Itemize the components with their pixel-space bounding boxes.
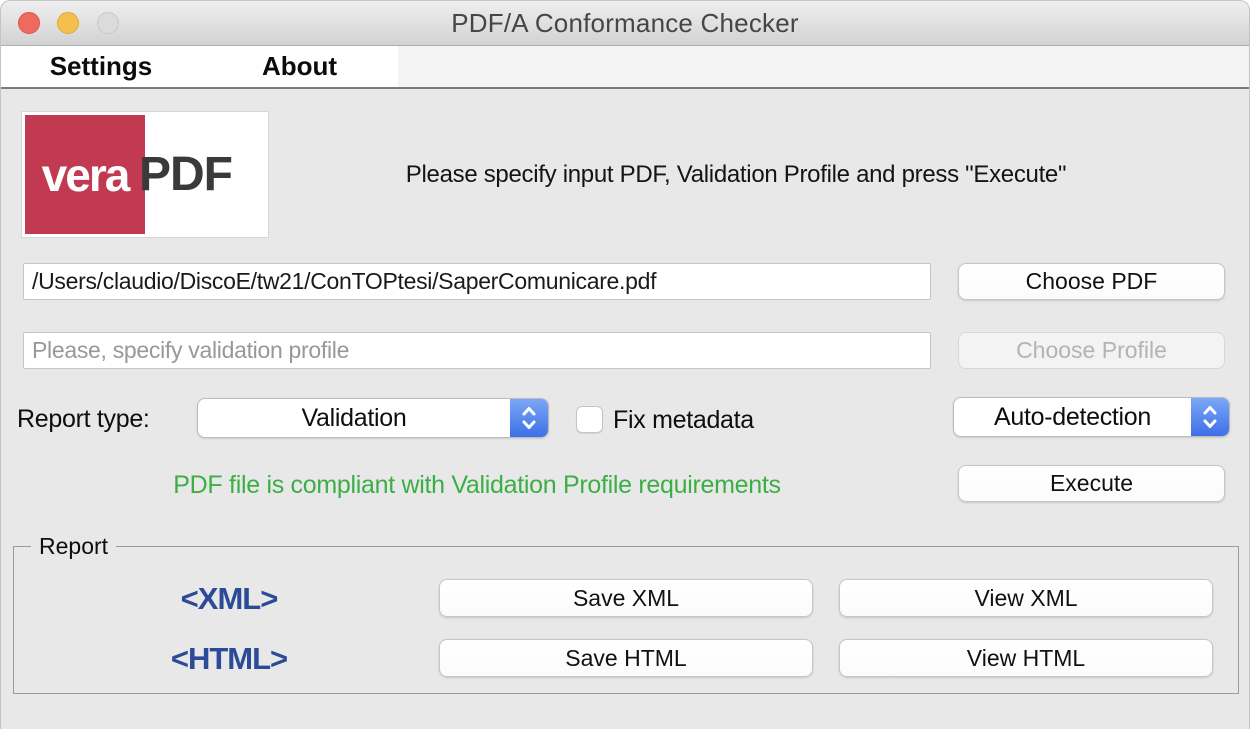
menu-settings[interactable]: Settings (1, 46, 201, 87)
logo-white-panel: PDF (145, 115, 265, 234)
choose-profile-button[interactable]: Choose Profile (958, 332, 1225, 369)
report-type-select[interactable]: Validation (197, 398, 549, 438)
validation-profile-input[interactable] (23, 332, 931, 369)
logo-red-panel: vera (25, 115, 145, 234)
flavour-selected-value: Auto-detection (954, 398, 1191, 436)
chevron-up-down-icon (1191, 398, 1229, 436)
choose-pdf-button[interactable]: Choose PDF (958, 263, 1225, 300)
logo-pdf-text: PDF (139, 147, 232, 202)
xml-report-label: <XML> (139, 581, 319, 617)
window-title: PDF/A Conformance Checker (1, 1, 1249, 46)
instruction-text: Please specify input PDF, Validation Pro… (291, 161, 1181, 193)
execute-button[interactable]: Execute (958, 465, 1225, 502)
save-html-button[interactable]: Save HTML (439, 639, 813, 677)
verapdf-logo: vera PDF (21, 111, 269, 238)
app-window: PDF/A Conformance Checker Settings About… (0, 0, 1250, 729)
compliance-status-text: PDF file is compliant with Validation Pr… (23, 471, 931, 500)
report-type-selected-value: Validation (198, 399, 510, 437)
view-html-button[interactable]: View HTML (839, 639, 1213, 677)
pdf-path-input[interactable] (23, 263, 931, 300)
menu-bar: Settings About (1, 46, 1249, 89)
fix-metadata-checkbox[interactable] (576, 406, 603, 433)
report-type-label: Report type: (17, 405, 150, 434)
report-group-legend: Report (31, 533, 116, 560)
fix-metadata-label: Fix metadata (613, 406, 754, 435)
logo-vera-text: vera (42, 148, 129, 202)
view-xml-button[interactable]: View XML (839, 579, 1213, 617)
title-bar: PDF/A Conformance Checker (1, 1, 1249, 46)
chevron-up-down-icon (510, 399, 548, 437)
save-xml-button[interactable]: Save XML (439, 579, 813, 617)
flavour-select[interactable]: Auto-detection (953, 397, 1230, 437)
html-report-label: <HTML> (139, 641, 319, 677)
menu-about[interactable]: About (201, 46, 398, 87)
